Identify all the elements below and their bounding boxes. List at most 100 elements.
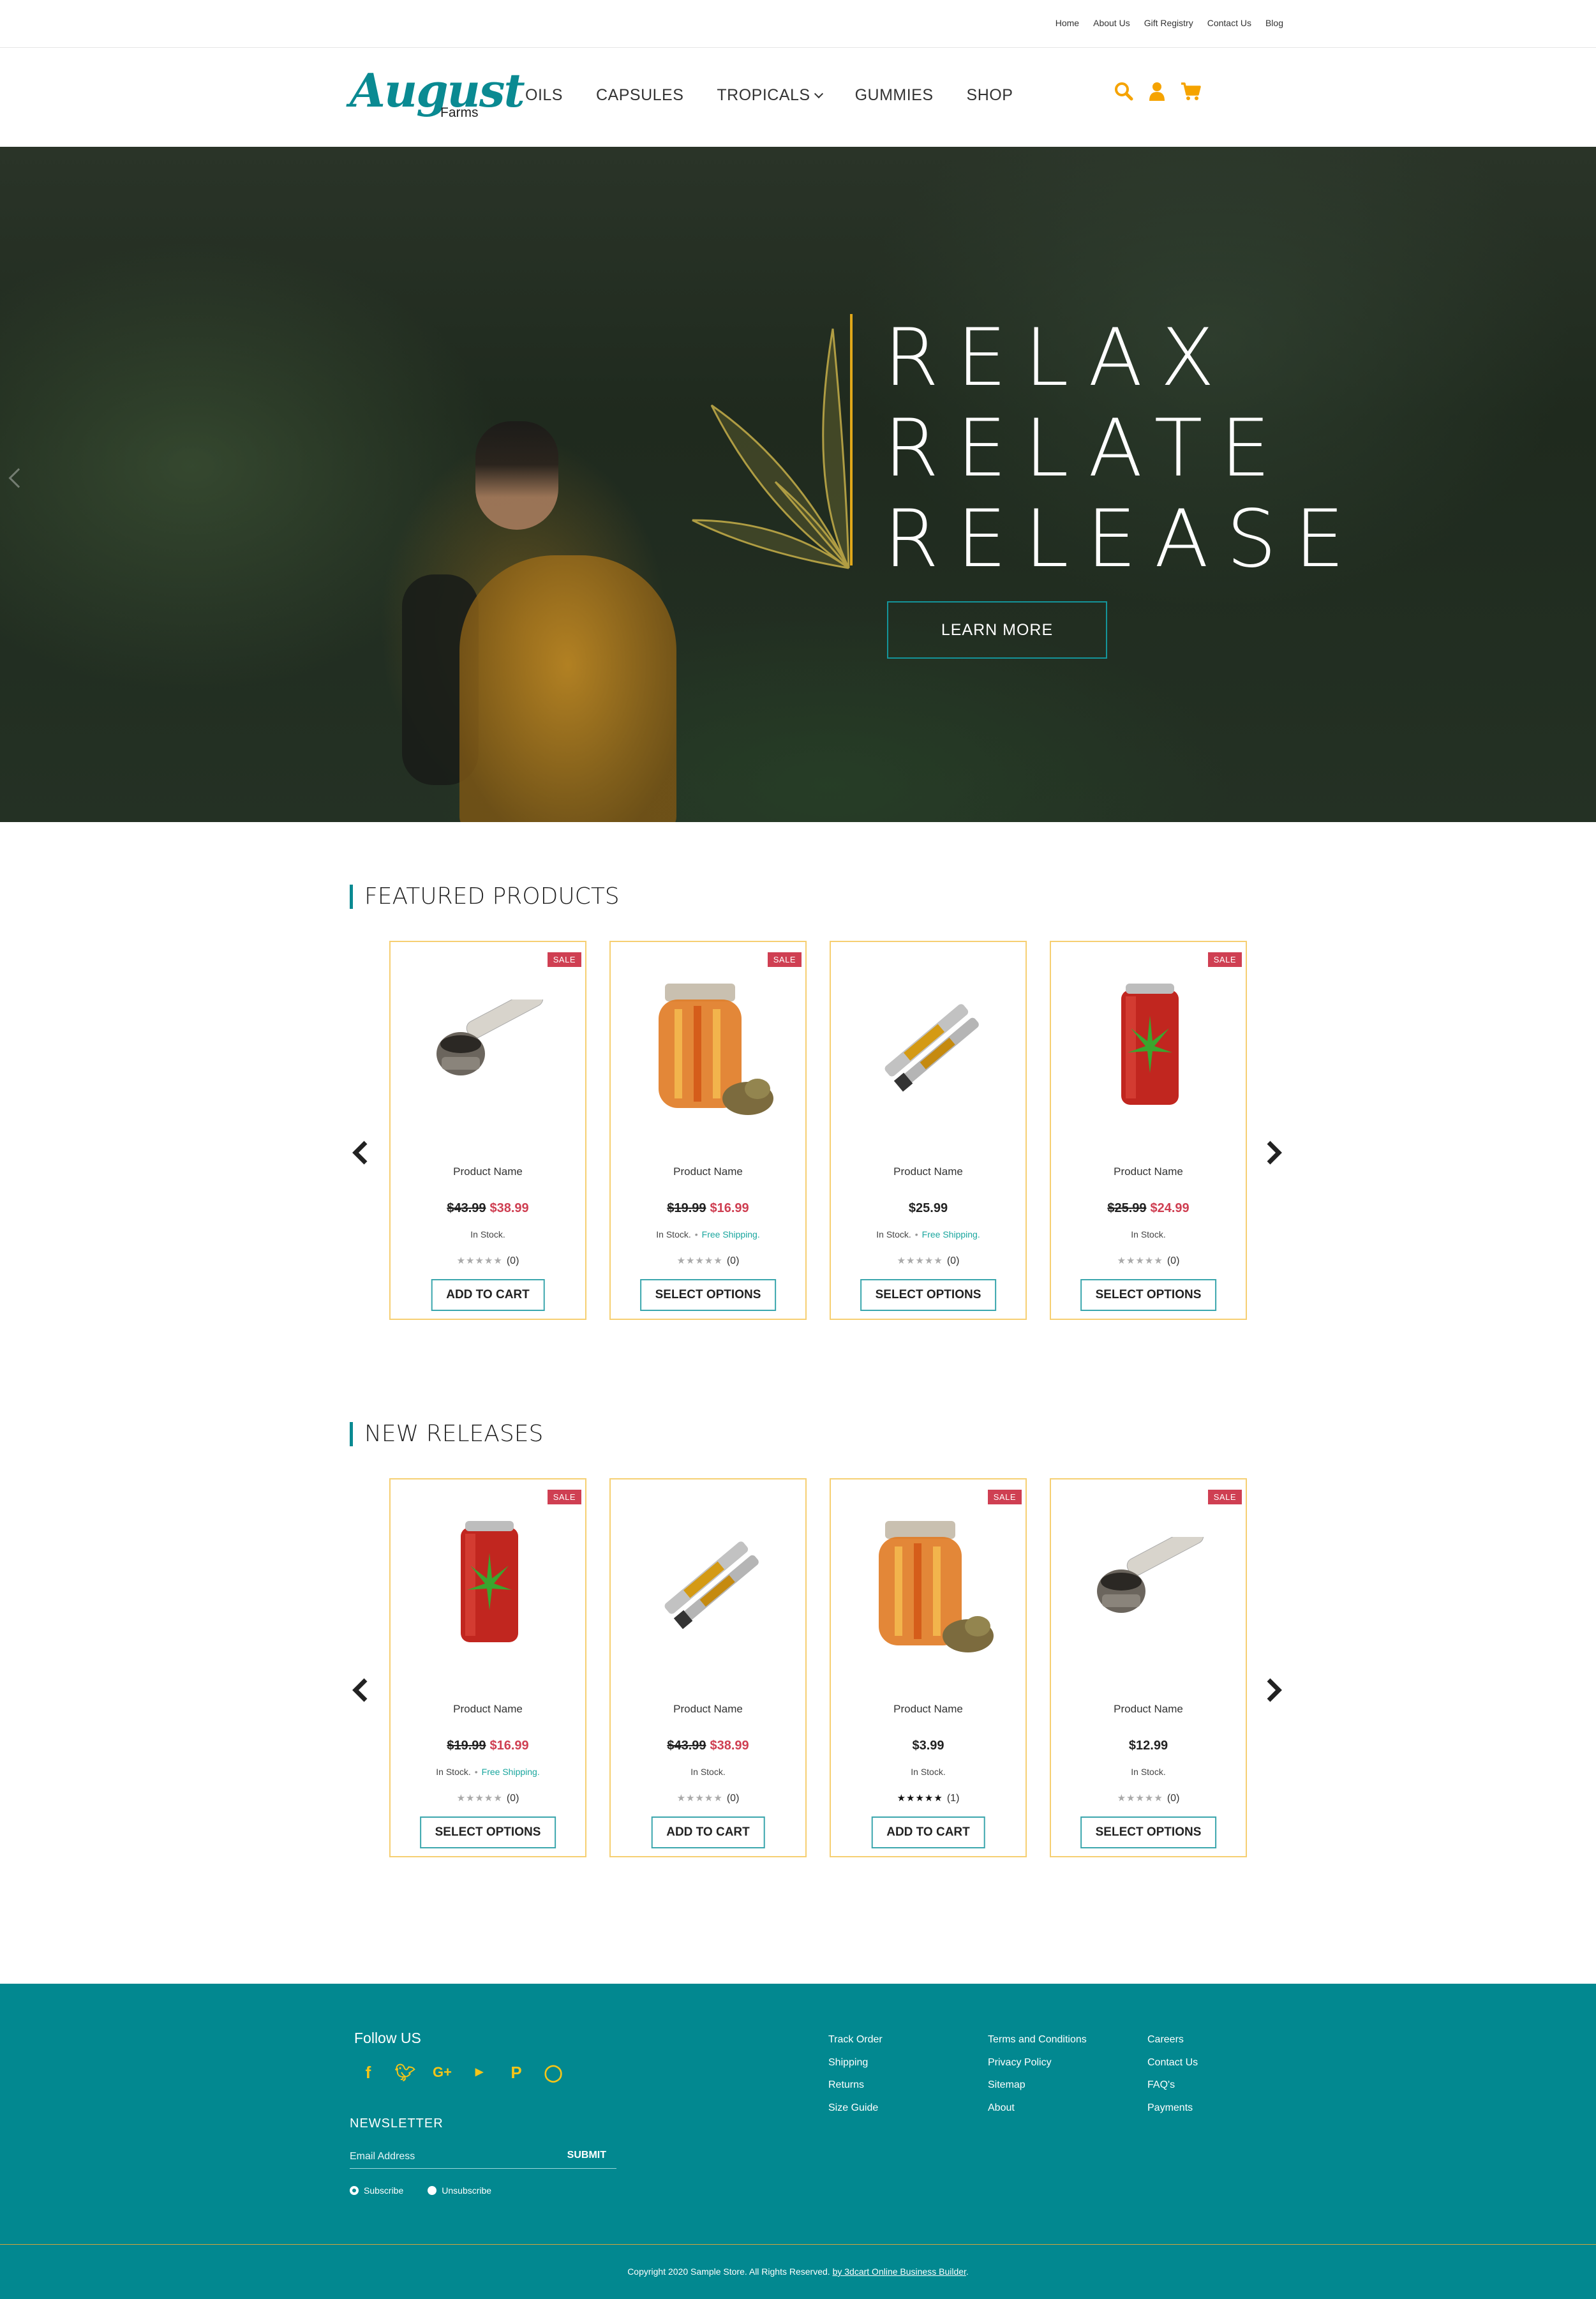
newsletter-submit-button[interactable]: SUBMIT (567, 2150, 606, 2161)
product-rating: ★★★★★ (0) (391, 1792, 585, 1804)
product-card[interactable]: SALE Product Name $12.99 In Stock. ★★★★★ (0) S… (1050, 1478, 1247, 1857)
product-image[interactable] (1077, 968, 1223, 1121)
footer-link-contact[interactable]: Contact Us (1147, 2051, 1198, 2074)
logo[interactable]: August Farms (350, 63, 525, 124)
stock-status: In Stock. (911, 1767, 946, 1777)
builder-link[interactable]: by 3dcart Online Business Builder (833, 2266, 966, 2277)
review-count: (0) (1167, 1255, 1180, 1266)
newsletter-email-field[interactable]: Email Address SUBMIT (350, 2143, 616, 2169)
top-link-blog[interactable]: Blog (1265, 18, 1283, 28)
hero-prev-arrow-icon[interactable] (8, 468, 29, 488)
pinterest-icon[interactable]: P (505, 2062, 527, 2083)
product-name[interactable]: Product Name (611, 1165, 805, 1178)
facebook-icon[interactable]: f (357, 2062, 379, 2083)
price: $25.99 (908, 1201, 948, 1215)
price: $3.99 (912, 1739, 944, 1753)
sale-badge: SALE (767, 952, 802, 967)
product-name[interactable]: Product Name (611, 1703, 805, 1716)
product-card[interactable]: SALE Product Name $3.99 In Stock. ★★★★★ (1) AD… (830, 1478, 1027, 1857)
product-image[interactable] (636, 968, 782, 1121)
product-action-button[interactable]: SELECT OPTIONS (1080, 1279, 1217, 1311)
featured-next-arrow-icon[interactable] (1261, 1140, 1286, 1165)
subscribe-option[interactable]: Subscribe (350, 2185, 403, 2196)
product-action-button[interactable]: SELECT OPTIONS (1080, 1816, 1217, 1848)
review-count: (0) (506, 1793, 519, 1804)
cart-icon[interactable] (1181, 82, 1201, 101)
user-icon[interactable] (1149, 82, 1165, 101)
product-card[interactable]: SALE Product Name $43.99 $38.99 In Stock. ★★★… (389, 941, 586, 1320)
product-image[interactable] (416, 1505, 562, 1658)
product-image[interactable] (416, 968, 562, 1121)
product-card[interactable]: SALE Product Name $19.99 $16.99 In Stock. • Fr… (609, 941, 807, 1320)
nav-tropicals-label: TROPICALS (717, 86, 810, 104)
social-links: f 🐦︎ G+ ▶ P ◯ (357, 2062, 564, 2083)
product-name[interactable]: Product Name (391, 1703, 585, 1716)
footer-link-terms[interactable]: Terms and Conditions (988, 2028, 1087, 2051)
featured-prev-arrow-icon[interactable] (348, 1140, 373, 1165)
product-action-button[interactable]: SELECT OPTIONS (860, 1279, 997, 1311)
nav-shop[interactable]: SHOP (967, 86, 1013, 105)
footer-link-sitemap[interactable]: Sitemap (988, 2074, 1087, 2097)
product-image[interactable] (856, 968, 1003, 1121)
unsubscribe-option[interactable]: Unsubscribe (428, 2185, 491, 2196)
review-count: (0) (1167, 1793, 1180, 1804)
top-link-home[interactable]: Home (1055, 18, 1079, 28)
product-image[interactable] (1077, 1505, 1223, 1658)
stock-status: In Stock. (656, 1229, 691, 1239)
logo-script: August (350, 63, 525, 117)
product-action-button[interactable]: ADD TO CART (651, 1816, 765, 1848)
product-name[interactable]: Product Name (1051, 1703, 1246, 1716)
stock-status: In Stock. (436, 1767, 471, 1777)
search-icon[interactable] (1114, 82, 1133, 101)
nav-capsules[interactable]: CAPSULES (596, 86, 683, 105)
top-link-contact[interactable]: Contact Us (1207, 18, 1251, 28)
review-count: (0) (506, 1255, 519, 1266)
learn-more-button[interactable]: LEARN MORE (887, 601, 1107, 659)
product-name[interactable]: Product Name (831, 1703, 1025, 1716)
product-availability: In Stock. • Free Shipping. (611, 1229, 805, 1239)
footer-link-track-order[interactable]: Track Order (828, 2028, 883, 2051)
nav-gummies[interactable]: GUMMIES (855, 86, 934, 105)
separator-dot: • (914, 1229, 918, 1239)
free-shipping-label: Free Shipping. (921, 1229, 980, 1239)
star-rating-icon: ★★★★★ (1117, 1793, 1163, 1804)
product-image[interactable] (856, 1505, 1003, 1658)
product-action-button[interactable]: SELECT OPTIONS (419, 1816, 556, 1848)
product-card[interactable]: Product Name $43.99 $38.99 In Stock. ★★★★★ (0… (609, 1478, 807, 1857)
product-action-button[interactable]: ADD TO CART (431, 1279, 545, 1311)
instagram-icon[interactable]: ◯ (542, 2062, 564, 2083)
twitter-icon[interactable]: 🐦︎ (394, 2062, 416, 2083)
product-card[interactable]: SALE Product Name $25.99 $24.99 In Stock. ★★★… (1050, 941, 1247, 1320)
footer-link-shipping[interactable]: Shipping (828, 2051, 883, 2074)
product-action-button[interactable]: SELECT OPTIONS (639, 1279, 777, 1311)
product-image[interactable] (636, 1505, 782, 1658)
footer-link-payments[interactable]: Payments (1147, 2097, 1198, 2120)
subscribe-label: Subscribe (364, 2185, 404, 2196)
nav-tropicals[interactable]: TROPICALS (717, 86, 823, 105)
top-link-about[interactable]: About Us (1093, 18, 1130, 28)
star-rating-icon: ★★★★★ (1117, 1255, 1163, 1266)
product-availability: In Stock. • Free Shipping. (831, 1229, 1025, 1239)
star-rating-icon: ★★★★★ (456, 1255, 503, 1266)
top-link-gift-registry[interactable]: Gift Registry (1144, 18, 1193, 28)
footer-link-returns[interactable]: Returns (828, 2074, 883, 2097)
youtube-icon[interactable]: ▶ (468, 2062, 490, 2083)
footer-link-privacy[interactable]: Privacy Policy (988, 2051, 1087, 2074)
releases-next-arrow-icon[interactable] (1261, 1677, 1286, 1703)
product-name[interactable]: Product Name (831, 1165, 1025, 1178)
footer-link-about[interactable]: About (988, 2097, 1087, 2120)
nav-oils[interactable]: OILS (525, 86, 563, 105)
product-name[interactable]: Product Name (1051, 1165, 1246, 1178)
product-card[interactable]: SALE Product Name $19.99 $16.99 In Stock. • Fr… (389, 1478, 586, 1857)
product-name[interactable]: Product Name (391, 1165, 585, 1178)
google-plus-icon[interactable]: G+ (431, 2062, 453, 2083)
footer-link-careers[interactable]: Careers (1147, 2028, 1198, 2051)
top-links: Home About Us Gift Registry Contact Us B… (1055, 18, 1283, 28)
featured-products-list: SALE Product Name $43.99 $38.99 In Stock. ★★★… (389, 941, 1247, 1320)
footer-link-size-guide[interactable]: Size Guide (828, 2097, 883, 2120)
newsletter-title: NEWSLETTER (350, 2116, 444, 2131)
product-card[interactable]: Product Name $25.99 In Stock. • Free Shippin… (830, 941, 1027, 1320)
product-action-button[interactable]: ADD TO CART (871, 1816, 985, 1848)
releases-prev-arrow-icon[interactable] (348, 1677, 373, 1703)
footer-link-faqs[interactable]: FAQ's (1147, 2074, 1198, 2097)
